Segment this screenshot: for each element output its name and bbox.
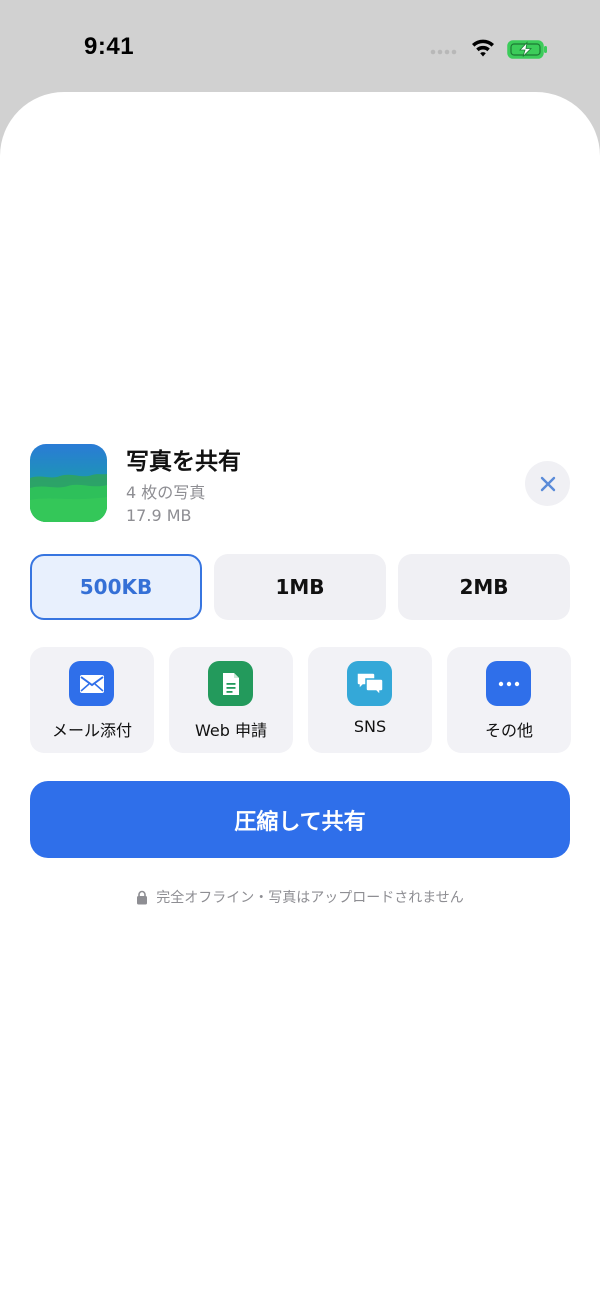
wifi-icon: [472, 39, 494, 57]
status-time: 9:41: [84, 33, 135, 60]
share-mail-button[interactable]: メール添付: [30, 647, 154, 753]
chat-bubbles-icon: [347, 661, 392, 706]
size-option-1mb[interactable]: 1MB: [214, 554, 386, 620]
total-size: 17.9 MB: [126, 506, 192, 525]
share-sheet: 写真を共有 4 枚の写真 17.9 MB 500KB 1MB 2MB メール添付: [0, 92, 600, 1305]
lock-icon: [137, 890, 148, 904]
share-mail-label: メール添付: [51, 721, 132, 740]
more-icon: [486, 661, 531, 706]
status-icons: [428, 36, 550, 60]
mail-icon: [69, 661, 114, 706]
document-icon: [208, 661, 253, 706]
close-button[interactable]: [525, 461, 570, 506]
close-icon: [540, 476, 555, 491]
sheet-header: 写真を共有 4 枚の写真 17.9 MB: [30, 444, 570, 525]
photo-count: 4 枚の写真: [126, 483, 206, 502]
share-more-label: その他: [484, 721, 533, 740]
size-option-500kb[interactable]: 500KB: [30, 554, 202, 620]
privacy-note-text: 完全オフライン・写真はアップロードされません: [156, 890, 464, 906]
status-bar: 9:41: [0, 0, 600, 92]
privacy-note: 完全オフライン・写真はアップロードされません: [0, 885, 600, 909]
cellular-signal-icon: [430, 49, 457, 55]
share-more-button[interactable]: その他: [447, 647, 571, 753]
size-options: 500KB 1MB 2MB: [30, 554, 570, 620]
sheet-title: 写真を共有: [126, 449, 241, 475]
share-targets: メール添付 Web 申請 SNS その他: [30, 647, 571, 753]
photo-thumbnail: [30, 444, 107, 522]
size-option-2mb[interactable]: 2MB: [398, 554, 570, 620]
share-sns-button[interactable]: SNS: [308, 647, 432, 753]
share-web-label: Web 申請: [195, 721, 267, 740]
compress-and-share-button[interactable]: 圧縮して共有: [30, 781, 570, 858]
share-web-button[interactable]: Web 申請: [169, 647, 293, 753]
battery-charging-icon: [507, 40, 547, 59]
share-sns-label: SNS: [353, 717, 387, 736]
